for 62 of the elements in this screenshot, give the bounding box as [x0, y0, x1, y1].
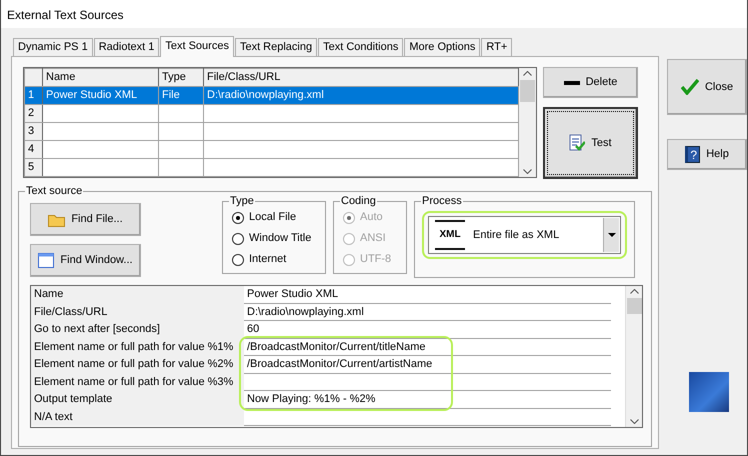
group-title: Coding [340, 194, 377, 208]
dropdown-caret-icon [608, 233, 616, 237]
document-check-icon [569, 134, 586, 152]
property-label: Name [31, 286, 244, 304]
minus-icon [564, 80, 580, 84]
tab[interactable]: Radiotext 1 [94, 38, 160, 56]
scroll-bar[interactable] [625, 286, 642, 427]
property-label: Output template [31, 391, 244, 408]
row-number: 5 [24, 158, 42, 176]
property-value[interactable]: /BroadcastMonitor/Current/titleName [244, 338, 611, 356]
property-label: Go to next after [seconds] [31, 321, 244, 338]
property-label: File/Class/URL [31, 304, 244, 321]
window-title: External Text Sources [1, 0, 747, 28]
table-cell: D:\radio\nowplaying.xml [204, 86, 519, 104]
tab[interactable]: Text Sources [160, 36, 234, 57]
radio-button[interactable]: Window Title [232, 228, 325, 249]
process-dropdown[interactable]: XML Entire file as XML [428, 216, 621, 254]
test-button[interactable]: Test [543, 107, 638, 179]
binary-pattern-image [689, 372, 729, 412]
table-cell: Power Studio XML [42, 86, 158, 104]
row-number: 4 [24, 140, 42, 158]
column-header[interactable]: Name [42, 68, 158, 86]
property-value[interactable]: /BroadcastMonitor/Current/artistName [244, 356, 611, 374]
folder-icon [48, 212, 66, 226]
scroll-up-icon [630, 289, 638, 294]
property-label: N/A text [31, 408, 244, 426]
table-cell: File [158, 86, 204, 104]
tab[interactable]: Text Conditions [318, 38, 404, 56]
property-value[interactable]: D:\radio\nowplaying.xml [244, 304, 611, 321]
dropdown-value: Entire file as XML [473, 228, 560, 243]
find-file-button[interactable]: Find File... [30, 203, 141, 236]
checkmark-icon [680, 79, 699, 95]
radio-button[interactable]: Internet [232, 249, 325, 270]
tab[interactable]: Dynamic PS 1 [13, 38, 93, 56]
scroll-up-icon [523, 71, 532, 76]
property-value[interactable]: Power Studio XML [244, 286, 611, 304]
radio-button[interactable]: Local File [232, 207, 325, 228]
tab[interactable]: Text Replacing [234, 38, 318, 56]
row-number: 2 [24, 104, 42, 122]
row-number: 1 [24, 86, 42, 104]
tab[interactable]: More Options [404, 38, 480, 56]
group-title: Type [229, 194, 255, 208]
tab[interactable]: RT+ [481, 38, 512, 56]
help-book-icon: ? [685, 146, 700, 163]
scroll-down-icon [630, 419, 638, 424]
close-button[interactable]: Close [667, 59, 747, 115]
property-label: Element name or full path for value %3% [31, 374, 244, 391]
window-icon [38, 253, 54, 268]
property-label: Element name or full path for value %2% [31, 356, 244, 374]
scroll-bar[interactable] [519, 68, 536, 177]
help-button[interactable]: ? Help [667, 139, 747, 170]
property-value[interactable]: 60 [244, 321, 611, 338]
delete-button[interactable]: Delete [543, 67, 638, 98]
column-header[interactable]: Type [158, 68, 204, 86]
scroll-thumb[interactable] [520, 80, 536, 102]
property-value[interactable]: Now Playing: %1% - %2% [244, 391, 611, 408]
find-window-button[interactable]: Find Window... [30, 244, 141, 277]
property-label: Element name or full path for value %1% [31, 338, 244, 356]
scroll-down-icon [523, 169, 532, 174]
scroll-thumb[interactable] [626, 298, 642, 314]
row-number: 3 [24, 122, 42, 140]
column-header[interactable]: File/Class/URL [204, 68, 519, 86]
